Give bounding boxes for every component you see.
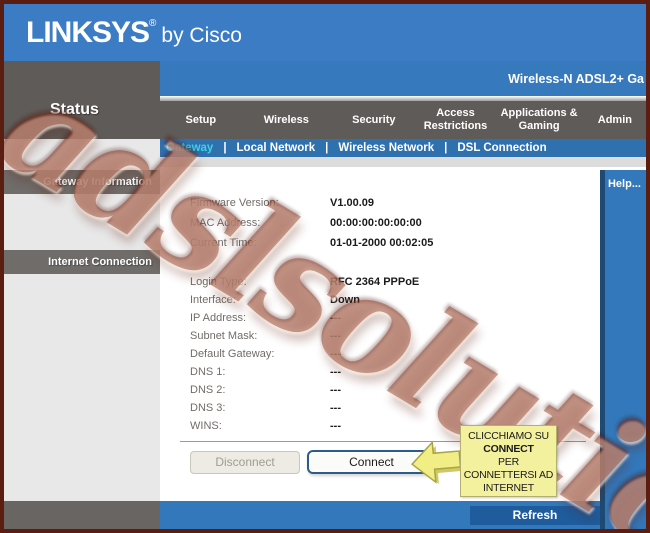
info-row: Login Type: RFC 2364 PPPoE (190, 276, 594, 294)
page-title-block: Status (4, 61, 160, 139)
nav-tab-label-line1: Setup (185, 113, 217, 126)
nav-tab-label-line2: Restrictions (423, 120, 488, 132)
info-row-label: Interface: (190, 294, 236, 306)
annotation-arrow-icon (408, 438, 466, 487)
callout-line: CLICCHIAMO SU (468, 430, 549, 442)
info-row: Current Time: 01-01-2000 00:02:05 (190, 237, 594, 257)
info-row-value: Down (330, 294, 360, 306)
info-row-value: 00:00:00:00:00:00 (330, 217, 422, 229)
subnav-item[interactable]: Wireless Network (315, 142, 434, 154)
info-row-value: --- (330, 384, 341, 396)
info-row-label: DNS 3: (190, 402, 226, 414)
info-row-label: Login Type: (190, 276, 247, 288)
sidebar-section-label: Gateway Information (4, 170, 160, 194)
info-row-value: V1.00.09 (330, 197, 375, 209)
nav-tab[interactable]: Admin (584, 101, 646, 139)
disconnect-button[interactable]: Disconnect (190, 451, 300, 474)
info-row-value: --- (330, 420, 341, 432)
info-row-value: --- (330, 402, 341, 414)
info-row: IP Address: --- (190, 312, 594, 330)
nav-tab-label-line1: Access (436, 107, 475, 119)
subnav-bottom-strip (160, 157, 646, 167)
callout-line: INTERNET (483, 482, 534, 494)
product-titlebar: Wireless-N ADSL2+ Ga (160, 61, 646, 96)
nav-tab-label-line1: Admin (597, 113, 632, 126)
info-row-value: --- (330, 348, 341, 360)
info-row: Interface: Down (190, 294, 594, 312)
page-title: Status (50, 101, 99, 118)
callout-line: PER (498, 456, 519, 468)
info-row: Default Gateway: --- (190, 348, 594, 366)
logo-text: LINKSYS (26, 15, 150, 49)
logo-byline: by Cisco (161, 23, 242, 47)
footer-left-block (4, 501, 160, 529)
info-row-label: MAC Address: (190, 217, 261, 229)
footer-bar: Refresh (160, 501, 646, 529)
info-row-value: --- (330, 312, 341, 324)
info-row-value: --- (330, 366, 341, 378)
sub-nav: Gateway Local Network Wireless Network D… (160, 139, 646, 157)
internet-connection-rows: Login Type: RFC 2364 PPPoE Interface: Do… (190, 276, 594, 438)
main-nav-tabs: Setup Wireless Security Access Restricti… (160, 101, 646, 139)
annotation-callout: CLICCHIAMO SU CONNECT PER CONNETTERSI AD… (460, 425, 557, 497)
nav-tab-label-line2: Gaming (518, 120, 560, 132)
left-sidebar: Gateway Information Internet Connection (4, 139, 160, 501)
registered-mark: ® (149, 17, 157, 29)
info-row-value: RFC 2364 PPPoE (330, 276, 420, 288)
callout-line: CONNECT (483, 443, 534, 455)
subnav-item[interactable]: Local Network (213, 142, 316, 154)
nav-tab-label-line1: Wireless (263, 113, 309, 126)
info-row-value: 01-01-2000 00:02:05 (330, 237, 434, 249)
info-row: DNS 3: --- (190, 402, 594, 420)
gateway-information-rows: Firmware Version: V1.00.09 MAC Address: … (190, 197, 594, 257)
info-row-label: WINS: (190, 420, 222, 432)
info-row-label: Current Time: (190, 237, 257, 249)
info-row-label: Default Gateway: (190, 348, 275, 360)
help-column: Help... (600, 170, 646, 529)
info-row-label: Firmware Version: (190, 197, 279, 209)
info-row-label: DNS 1: (190, 366, 226, 378)
info-row-label: IP Address: (190, 312, 247, 324)
nav-tab[interactable]: Applications & Gaming (494, 101, 583, 139)
sidebar-section-label: Internet Connection (4, 250, 160, 274)
info-row-label: DNS 2: (190, 384, 226, 396)
help-link[interactable]: Help... (608, 178, 641, 190)
info-row: Firmware Version: V1.00.09 (190, 197, 594, 217)
callout-line: CONNETTERSI AD (463, 469, 554, 481)
subnav-item[interactable]: DSL Connection (434, 142, 546, 154)
nav-tab[interactable]: Access Restrictions (417, 101, 495, 139)
nav-tab[interactable]: Wireless (242, 101, 331, 139)
subnav-item[interactable]: Gateway (166, 142, 213, 154)
info-row-value: --- (330, 330, 341, 342)
nav-tab[interactable]: Setup (160, 101, 242, 139)
refresh-button[interactable]: Refresh (470, 506, 600, 525)
router-admin-page: LINKSYS® by Cisco Status Wireless-N ADSL2… (0, 0, 650, 533)
product-title: Wireless-N ADSL2+ Ga (508, 71, 644, 86)
info-row: DNS 1: --- (190, 366, 594, 384)
nav-tab-label-line1: Security (352, 113, 396, 126)
info-row-label: Subnet Mask: (190, 330, 258, 342)
info-row: MAC Address: 00:00:00:00:00:00 (190, 217, 594, 237)
brand-header: LINKSYS® by Cisco (4, 4, 646, 61)
info-row: DNS 2: --- (190, 384, 594, 402)
linksys-logo: LINKSYS® by Cisco (26, 16, 242, 50)
nav-tab[interactable]: Security (331, 101, 417, 139)
info-row: Subnet Mask: --- (190, 330, 594, 348)
nav-tab-label-line1: Applications & (500, 107, 578, 119)
